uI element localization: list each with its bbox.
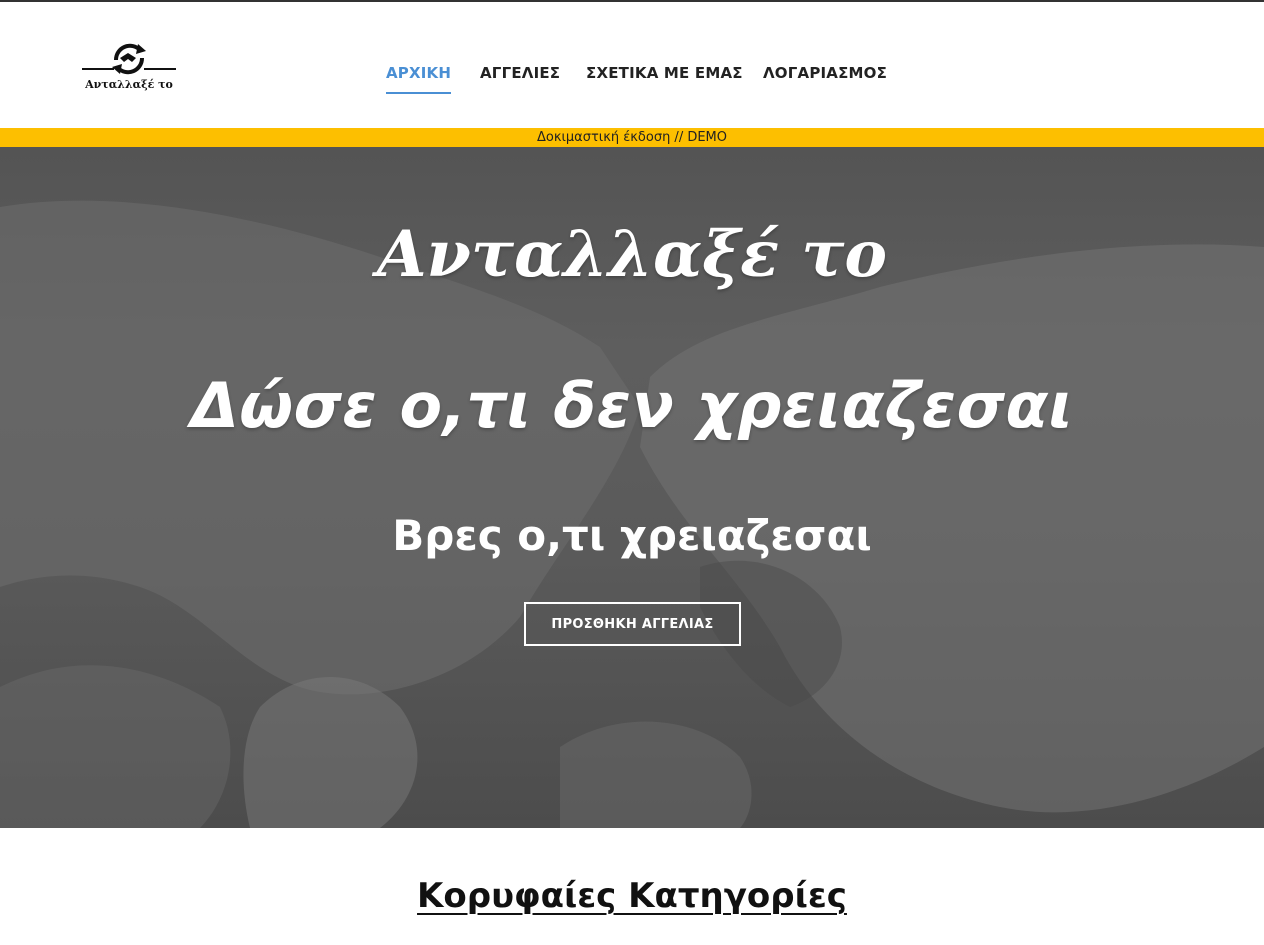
hero-section: Ανταλλαξέ το Δώσε ο,τι δεν χρειαζεσαι Βρ… [0,147,1264,828]
nav-item-about[interactable]: ΣΧΕΤΙΚΑ ΜΕ ΕΜΑΣ [586,64,743,82]
site-header: Ανταλλαξέ το ΑΡΧΙΚΗ ΑΓΓΕΛΙΕΣ ΣΧΕΤΙΚΑ ΜΕ … [0,2,1264,128]
nav-item-listings[interactable]: ΑΓΓΕΛΙΕΣ [480,64,560,82]
nav-item-account[interactable]: ΛΟΓΑΡΙΑΣΜΟΣ [763,64,887,82]
hero-title: Ανταλλαξέ το [376,217,888,292]
hero-subtitle-find: Βρες ο,τι χρειαζεσαι [392,511,872,560]
main-nav: ΑΡΧΙΚΗ ΑΓΓΕΛΙΕΣ ΣΧΕΤΙΚΑ ΜΕ ΕΜΑΣ ΛΟΓΑΡΙΑΣ… [0,64,1264,104]
top-categories-heading: Κορυφαίες Κατηγορίες [0,876,1264,916]
nav-item-home[interactable]: ΑΡΧΙΚΗ [386,64,452,94]
add-listing-button[interactable]: ΠΡΟΣΘΗΚΗ ΑΓΓΕΛΙΑΣ [524,602,741,646]
hero-subtitle-give: Δώσε ο,τι δεν χρειαζεσαι [190,369,1074,442]
top-categories-heading-text: Κορυφαίες Κατηγορίες [417,876,847,916]
demo-banner: Δοκιμαστική έκδοση // DEMO [0,128,1264,147]
